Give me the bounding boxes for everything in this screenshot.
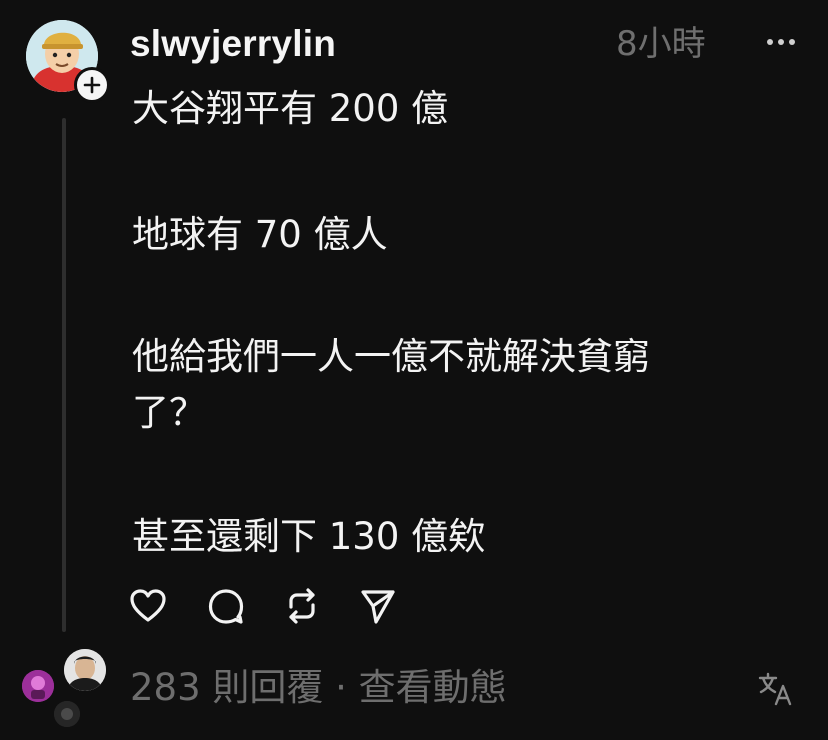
post-text-line: 地球有 70 億人 (132, 213, 388, 256)
comment-icon (208, 589, 244, 624)
replier-avatar-image (22, 670, 54, 702)
follow-button[interactable] (74, 67, 110, 103)
more-options-button[interactable] (764, 30, 798, 54)
post-text-line: 大谷翔平有 200 億 (132, 87, 449, 130)
translate-icon (758, 672, 792, 706)
heart-icon (130, 589, 166, 622)
replier-avatar[interactable] (64, 649, 106, 691)
replier-avatar-image (64, 649, 106, 691)
share-button[interactable] (358, 586, 398, 626)
replier-avatar-image (54, 701, 80, 727)
post-text-line: 了？ (132, 391, 206, 434)
repost-button[interactable] (282, 586, 322, 626)
replier-avatar[interactable] (22, 670, 54, 702)
username[interactable]: slwyjerrylin (130, 20, 336, 68)
more-icon (767, 39, 795, 45)
translate-button[interactable] (756, 670, 794, 708)
post-timestamp: 8小時 (616, 24, 706, 64)
post-text-line: 他給我們一人一億不就解決貧窮 (132, 335, 650, 378)
comment-button[interactable] (206, 586, 246, 626)
plus-icon (83, 76, 101, 94)
post-text-line: 甚至還剩下 130 億欸 (132, 515, 486, 558)
replier-avatar[interactable] (54, 701, 80, 727)
thread-line (62, 118, 66, 632)
send-icon (361, 590, 395, 624)
replies-and-activity-link[interactable]: 283 則回覆 · 查看動態 (130, 664, 507, 712)
repost-icon (289, 588, 315, 624)
like-button[interactable] (128, 586, 168, 626)
